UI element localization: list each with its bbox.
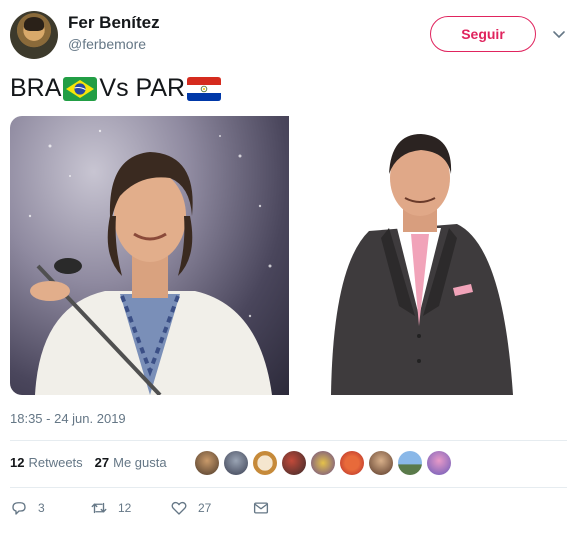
retweets-stat[interactable]: 12 Retweets	[10, 455, 83, 470]
retweet-count: 12	[118, 501, 132, 515]
likes-label: Me gusta	[113, 455, 167, 470]
man-suit-illustration	[331, 134, 513, 395]
avatar[interactable]	[10, 11, 58, 59]
retweets-label: Retweets	[28, 455, 83, 470]
retweet-action[interactable]: 12	[90, 499, 170, 517]
liker-avatar[interactable]	[195, 451, 219, 475]
liker-avatar[interactable]	[340, 451, 364, 475]
follow-button[interactable]: Seguir	[430, 16, 536, 52]
photo-singer[interactable]	[10, 116, 289, 395]
tweet-text-part: Vs PAR	[99, 74, 186, 102]
mail-icon	[253, 502, 269, 514]
liker-avatars	[195, 451, 451, 475]
paraguay-flag-icon	[187, 76, 222, 101]
liker-avatar[interactable]	[398, 451, 422, 475]
tweet-text: BRA Vs PAR	[10, 74, 223, 103]
liker-avatar[interactable]	[224, 451, 248, 475]
tweet: Fer Benítez @ferbemore Seguir BRA Vs PAR	[0, 0, 577, 533]
liker-avatar[interactable]	[311, 451, 335, 475]
liker-avatar[interactable]	[253, 451, 277, 475]
liker-avatar[interactable]	[282, 451, 306, 475]
singer-illustration	[28, 129, 272, 395]
likes-stat[interactable]: 27 Me gusta	[95, 455, 167, 470]
divider	[10, 487, 567, 488]
tweet-media[interactable]	[10, 116, 565, 395]
liker-avatar[interactable]	[369, 451, 393, 475]
tweet-stats: 12 Retweets 27 Me gusta	[10, 455, 167, 470]
user-handle[interactable]: @ferbemore	[68, 36, 146, 52]
heart-icon	[171, 501, 187, 515]
like-count: 27	[198, 501, 212, 515]
retweets-count: 12	[10, 455, 25, 470]
liker-avatar[interactable]	[427, 451, 451, 475]
tweet-actions: 3 12 27	[10, 499, 282, 517]
retweet-icon	[91, 502, 107, 514]
tweet-text-part: BRA	[10, 74, 62, 102]
photo-man-suit[interactable]	[289, 116, 565, 395]
reply-icon	[12, 502, 26, 515]
tweet-timestamp[interactable]: 18:35 - 24 jun. 2019	[10, 411, 126, 426]
divider	[10, 440, 567, 441]
reply-count: 3	[38, 501, 45, 515]
likes-count: 27	[94, 455, 110, 470]
brazil-flag-icon	[63, 76, 98, 101]
reply-action[interactable]: 3	[10, 499, 90, 517]
direct-message-action[interactable]	[252, 499, 282, 517]
chevron-down-icon[interactable]	[551, 26, 567, 42]
like-action[interactable]: 27	[170, 499, 252, 517]
user-name[interactable]: Fer Benítez	[68, 13, 160, 33]
